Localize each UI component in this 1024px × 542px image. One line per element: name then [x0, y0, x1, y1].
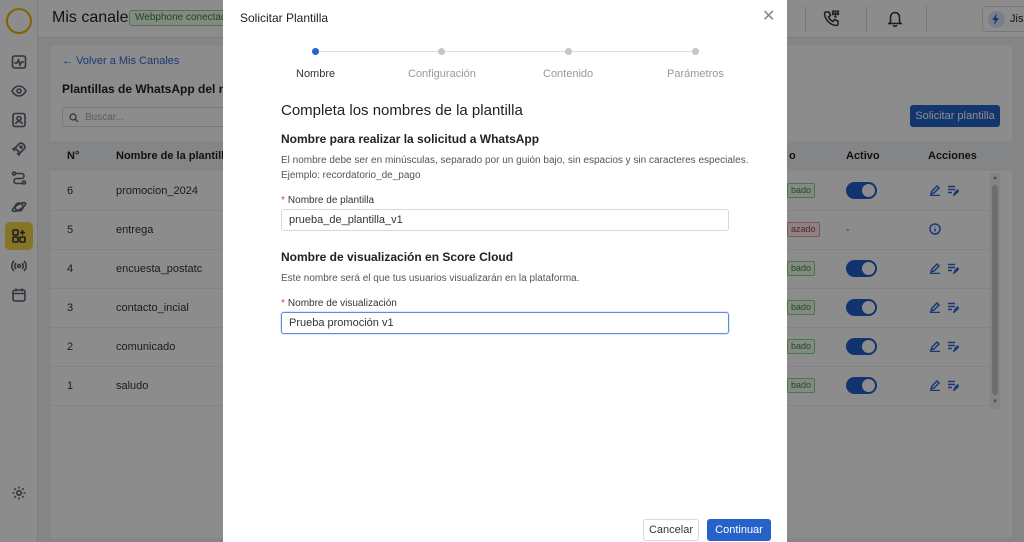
template-name-input[interactable]: [281, 209, 729, 231]
request-template-modal: Solicitar Plantilla ✕ Nombre Configuraci…: [223, 0, 787, 542]
step-label-configuracion: Configuración: [408, 68, 476, 80]
step-dot: [565, 48, 572, 55]
display-name-description: Este nombre será el que tus usuarios vis…: [281, 273, 580, 284]
step-connector: [445, 51, 567, 52]
step-label-contenido: Contenido: [543, 68, 594, 80]
continue-button[interactable]: Continuar: [707, 519, 771, 541]
modal-title: Solicitar Plantilla: [240, 11, 329, 25]
step-dot: [438, 48, 445, 55]
step-label-nombre: Nombre: [296, 68, 336, 80]
whatsapp-name-description: El nombre debe ser en minúsculas, separa…: [281, 153, 749, 183]
whatsapp-name-heading: Nombre para realizar la solicitud a What…: [281, 132, 540, 146]
step-dot: [692, 48, 699, 55]
cancel-button[interactable]: Cancelar: [643, 519, 699, 541]
step-dot-active: [312, 48, 319, 55]
example-line: Ejemplo: recordatorio_de_pago: [281, 170, 421, 181]
display-name-heading: Nombre de visualización en Score Cloud: [281, 250, 514, 264]
description-line: El nombre debe ser en minúsculas, separa…: [281, 155, 749, 166]
display-name-label: * Nombre de visualización: [281, 298, 397, 309]
display-name-input[interactable]: [281, 312, 729, 334]
step-label-parametros: Parámetros: [667, 68, 724, 80]
section-title: Completa los nombres de la plantilla: [281, 102, 523, 119]
step-connector: [572, 51, 692, 52]
close-icon[interactable]: ✕: [762, 6, 775, 26]
step-connector: [319, 51, 439, 52]
template-name-label: * Nombre de plantilla: [281, 195, 375, 206]
